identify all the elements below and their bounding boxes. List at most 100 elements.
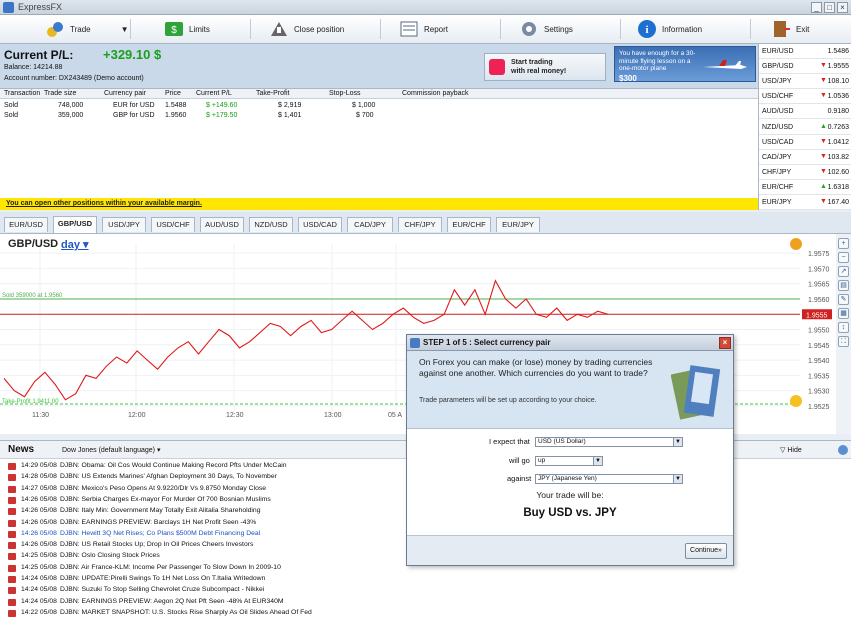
chevron-down-icon: ▼ [593, 457, 602, 465]
pl-value: +329.10 $ [103, 47, 162, 62]
news-item[interactable]: 14:24 05/08 DJBN: EARNINGS PREVIEW: Aegon… [0, 597, 842, 608]
tab-cad-jpy[interactable]: CAD/JPY [347, 217, 393, 232]
quote-row[interactable]: USD/CHF ▼ 1.0536 [759, 89, 851, 105]
tab-eur-usd[interactable]: EUR/USD [4, 217, 48, 232]
direction-select[interactable]: up ▼ [535, 456, 603, 466]
news-time: 14:25 05/08 [21, 552, 57, 560]
svg-text:i: i [645, 24, 648, 36]
margin-note[interactable]: You can open other positions within your… [0, 198, 758, 210]
flying-lesson-banner[interactable]: You have enough for a 30-minute flying l… [614, 46, 756, 83]
arrow-up-icon: ▲ [820, 182, 827, 190]
quote-row[interactable]: AUD/USD 0.9180 [759, 104, 851, 120]
tab-gbp-usd[interactable]: GBP/USD [53, 216, 97, 233]
tab-usd-chf[interactable]: USD/CHF [151, 217, 195, 232]
quote-row[interactable]: NZD/USD ▲ 0.7263 [759, 120, 851, 135]
news-time: 14:26 05/08 [21, 541, 57, 549]
settings-icon [522, 22, 536, 36]
trade-button[interactable]: Trade ▼ [44, 18, 129, 40]
continue-button[interactable]: Continue» [685, 543, 727, 559]
news-icon [8, 519, 16, 527]
zoom-in-icon[interactable]: + [838, 238, 849, 249]
news-headline: DJBN: Suzuki To Stop Selling Chevrolet C… [60, 586, 265, 594]
drawing-icon[interactable]: ✎ [838, 294, 849, 305]
arrow-up-icon: ▲ [820, 122, 827, 130]
quote-row[interactable]: USD/JPY ▼ 108.10 [759, 74, 851, 90]
tab-eur-jpy[interactable]: EUR/JPY [496, 217, 540, 232]
limits-icon: $ [165, 22, 183, 36]
quote-symbol: USD/CAD [762, 138, 794, 146]
quote-row[interactable]: EUR/CHF ▲ 1.6318 [759, 180, 851, 195]
quote-row[interactable]: CAD/JPY ▼ 103.82 [759, 150, 851, 165]
news-headline: DJBN: EARNINGS PREVIEW: Barclays 1H Net … [60, 518, 257, 526]
news-source-select[interactable]: Dow Jones (default language) ▾ [62, 446, 160, 454]
news-icon [8, 530, 16, 538]
dialog-intro-panel: On Forex you can make (or lose) money by… [407, 351, 733, 429]
news-item[interactable]: 14:24 05/08 DJBN: Suzuki To Stop Selling … [0, 585, 842, 596]
close-icon[interactable]: × [837, 2, 848, 13]
zoom-out-icon[interactable]: − [838, 252, 849, 263]
exit-button[interactable]: Exit [770, 18, 809, 40]
quote-row[interactable]: GBP/USD ▼ 1.9555 [759, 59, 851, 75]
hide-news-button[interactable]: ▽ Hide [780, 446, 802, 454]
print-icon[interactable]: ▦ [838, 308, 849, 319]
quote-symbol: EUR/USD [762, 48, 794, 55]
settings-button[interactable]: Settings [518, 18, 573, 40]
timeframe-select[interactable]: day ▾ [61, 238, 89, 251]
scroll-icon[interactable]: ↕ [838, 322, 849, 333]
close-position-button[interactable]: Close position [268, 18, 344, 40]
news-icon [8, 598, 16, 606]
real-money-banner[interactable]: Start trading with real money! [484, 53, 606, 81]
quote-row[interactable]: EUR/USD 1.5486 [759, 44, 851, 59]
quote-row[interactable]: USD/CAD ▼ 1.0412 [759, 135, 851, 150]
tab-usd-cad[interactable]: USD/CAD [298, 217, 342, 232]
report-icon [400, 21, 418, 37]
news-item[interactable]: 14:22 05/08 DJBN: MARKET SNAPSHOT: U.S. S… [0, 608, 842, 618]
quote-symbol: GBP/USD [762, 63, 794, 71]
news-icon [8, 542, 16, 550]
take-profit-label: Take-Profit 1.9411.00 [2, 399, 59, 405]
tab-chf-jpy[interactable]: CHF/JPY [398, 217, 442, 232]
arrow-icon[interactable]: ↗ [838, 266, 849, 277]
refresh-icon[interactable] [838, 445, 848, 455]
y-tick-label: 1.9535 [808, 373, 830, 380]
dialog-close-icon[interactable]: × [719, 337, 731, 349]
minimize-icon[interactable]: _ [811, 2, 822, 13]
report-button[interactable]: Report [398, 18, 448, 40]
fullscreen-icon[interactable]: ⛶ [838, 336, 849, 347]
arrow-down-icon: ▼ [820, 92, 827, 100]
news-time: 14:29 05/08 [21, 462, 57, 469]
title-bar: ExpressFX _ □ × [0, 0, 851, 15]
tab-eur-chf[interactable]: EUR/CHF [447, 217, 491, 232]
quote-row[interactable]: EUR/JPY ▼ 167.40 [759, 195, 851, 210]
news-headline: DJBN: Oslo Closing Stock Prices [60, 552, 160, 560]
news-time: 14:27 05/08 [21, 484, 57, 492]
arrow-down-icon: ▼ [820, 152, 827, 160]
quote-row[interactable]: CHF/JPY ▼ 102.60 [759, 165, 851, 180]
quote-symbol: USD/JPY [762, 78, 792, 86]
chart-type-icon[interactable]: ▤ [838, 280, 849, 291]
chevron-down-icon: ▼ [673, 438, 682, 446]
information-button[interactable]: i Information [636, 18, 702, 40]
quote-value: 1.9555 [827, 63, 849, 71]
news-headline: DJBN: Serbia Charges Ex-mayor For Murder… [60, 495, 271, 503]
tab-usd-jpy[interactable]: USD/JPY [102, 217, 146, 232]
tab-nzd-usd[interactable]: NZD/USD [249, 217, 293, 232]
limits-button[interactable]: $ Limits [163, 18, 210, 40]
against-label: against [507, 474, 532, 483]
quote-value: 167.40 [827, 199, 849, 206]
news-item[interactable]: 14:24 05/08 DJBN: UPDATE:Pirelli Swings T… [0, 574, 842, 585]
chart-tools: + − ↗ ▤ ✎ ▦ ↕ ⛶ [836, 234, 851, 434]
news-headline: DJBN: Mexico's Peso Opens At 9.9220/Dlr … [60, 484, 267, 492]
quote-currency-select[interactable]: JPY (Japanese Yen) ▼ [535, 474, 683, 484]
tab-aud-usd[interactable]: AUD/USD [200, 217, 244, 232]
current-price-label: 1.9555 [806, 312, 828, 319]
quote-symbol: CHF/JPY [762, 168, 792, 176]
news-title: News [8, 444, 35, 455]
x-tick-label: 12:00 [128, 412, 146, 419]
y-tick-label: 1.9575 [808, 251, 830, 258]
base-currency-select[interactable]: USD (US Dollar) ▼ [535, 437, 683, 447]
exit-icon [774, 21, 790, 37]
maximize-icon[interactable]: □ [824, 2, 835, 13]
window-title: ExpressFX [18, 2, 63, 12]
chevron-down-icon[interactable]: ▼ [121, 25, 129, 34]
